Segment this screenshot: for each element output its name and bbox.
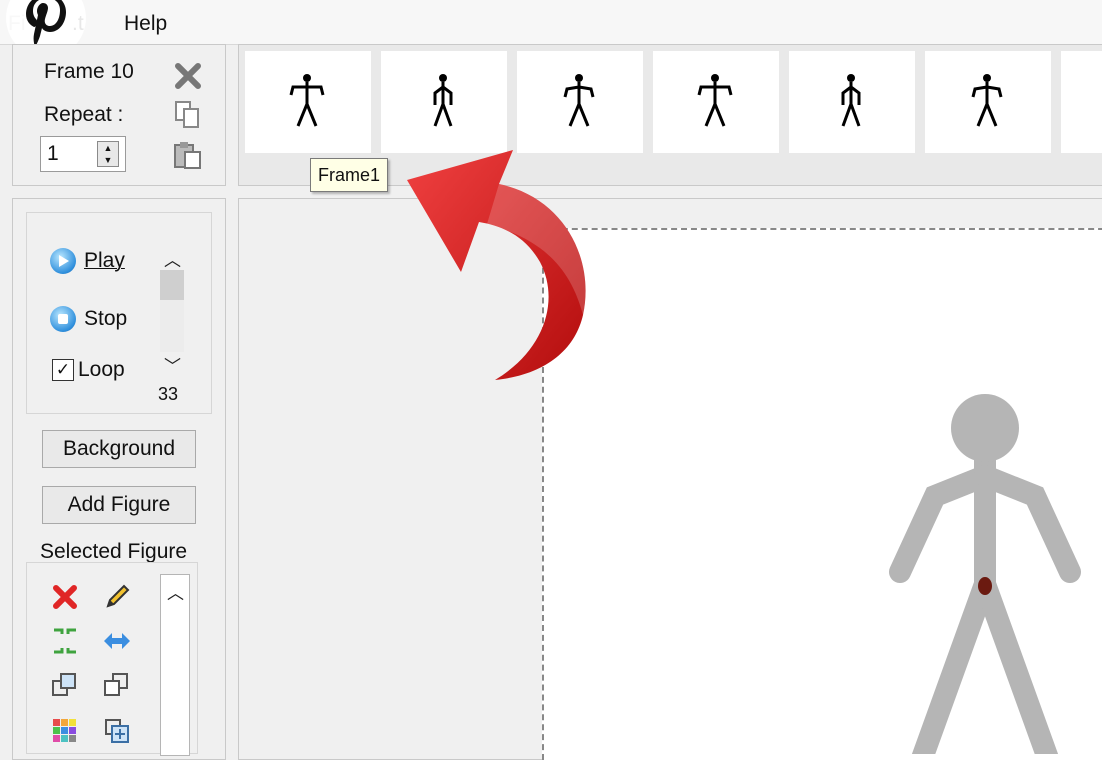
stick-figure[interactable]	[880, 394, 1090, 754]
speed-slider-thumb[interactable]	[160, 270, 184, 300]
speed-up-icon[interactable]: ︿	[164, 246, 181, 271]
frame-thumbnail[interactable]	[517, 51, 643, 153]
stop-button[interactable]: Stop	[50, 306, 127, 332]
frame-thumbnail[interactable]	[381, 51, 507, 153]
play-label: Play	[84, 249, 125, 273]
speed-value: 33	[158, 384, 178, 405]
copy-icon[interactable]	[174, 100, 202, 130]
play-icon	[50, 248, 76, 274]
loop-label: Loop	[78, 358, 125, 382]
spinner-down-icon[interactable]: ▼	[98, 154, 118, 166]
background-button[interactable]: Background	[42, 430, 196, 468]
menu-help[interactable]: Help	[124, 12, 167, 36]
frame-thumbnail[interactable]	[789, 51, 915, 153]
stop-icon	[50, 306, 76, 332]
swap-arrows-icon[interactable]	[102, 626, 132, 656]
scroll-up-icon[interactable]: ︿	[167, 579, 184, 604]
speed-slider-track[interactable]	[160, 300, 184, 352]
selected-figure-title: Selected Figure	[40, 540, 187, 564]
spinner-arrows[interactable]: ▲ ▼	[97, 141, 119, 167]
repeat-spinner[interactable]: 1 ▲ ▼	[40, 136, 126, 172]
frame-tooltip: Frame1	[310, 158, 388, 192]
add-layer-icon[interactable]	[102, 716, 132, 746]
stop-label: Stop	[84, 307, 127, 331]
frame-label: Frame 10	[44, 60, 134, 84]
flip-arrows-icon[interactable]	[50, 626, 80, 656]
figure-list-scrollbar[interactable]: ︿	[160, 574, 190, 756]
paste-icon[interactable]	[172, 140, 204, 170]
frame-thumbnail[interactable]	[245, 51, 371, 153]
add-figure-button[interactable]: Add Figure	[42, 486, 196, 524]
figure-head[interactable]	[951, 394, 1019, 462]
repeat-label: Repeat :	[44, 103, 123, 127]
frame-thumbnail[interactable]	[653, 51, 779, 153]
loop-checkbox[interactable]: ✓ Loop	[52, 358, 125, 382]
color-palette-icon[interactable]	[50, 716, 80, 746]
edit-pencil-icon[interactable]	[102, 582, 132, 612]
frame-thumbnail[interactable]	[925, 51, 1051, 153]
spinner-up-icon[interactable]: ▲	[98, 142, 118, 154]
menu-bar: Fi .t Help	[0, 0, 1102, 45]
close-icon[interactable]	[174, 62, 202, 90]
annotation-arrow-icon	[395, 150, 595, 385]
frame-thumbnail[interactable]	[1061, 51, 1102, 153]
figure-joint-handle[interactable]	[978, 577, 992, 595]
bring-forward-icon[interactable]	[50, 670, 80, 700]
speed-down-icon[interactable]: ﹀	[164, 352, 181, 377]
repeat-value[interactable]: 1	[47, 142, 59, 166]
send-backward-icon[interactable]	[102, 670, 132, 700]
delete-icon[interactable]	[50, 582, 80, 612]
play-button[interactable]: Play	[50, 248, 125, 274]
checkbox-check-icon[interactable]: ✓	[52, 359, 74, 381]
